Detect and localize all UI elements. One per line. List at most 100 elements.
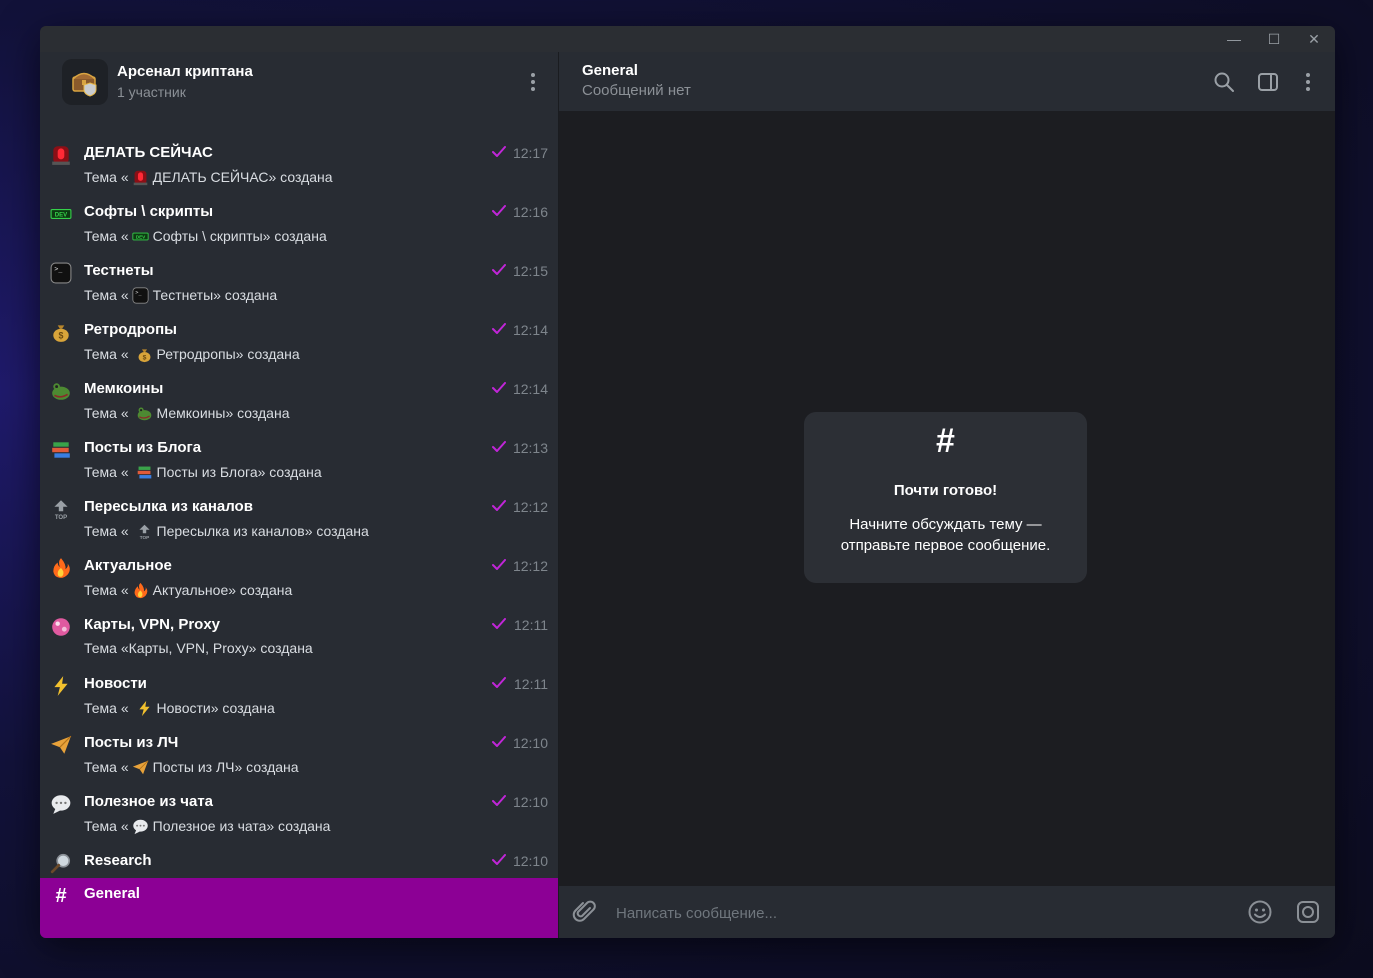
- hash-icon: #: [55, 884, 67, 907]
- money-bag-icon: $: [135, 345, 155, 363]
- topic-item[interactable]: >_ Тестнеты Тема « >_ Тестнеты» создана 12:15: [40, 255, 558, 314]
- topic-message-suffix: Софты \ скрипты» создана: [152, 228, 327, 244]
- read-check-icon: [492, 263, 506, 279]
- chat-menu-icon[interactable]: [1306, 73, 1310, 91]
- topic-time: 12:12: [512, 558, 548, 574]
- empty-state-title: Почти готово!: [893, 482, 998, 499]
- topic-message-prefix: Тема «: [84, 759, 129, 775]
- treasure-chest-icon: [72, 72, 97, 97]
- topic-last-message: Тема « ДЕЛАТЬ СЕЙЧАС» создана: [84, 168, 333, 186]
- read-check-icon: [492, 145, 506, 161]
- minimize-button[interactable]: —: [1224, 30, 1244, 48]
- topic-message-suffix: Полезное из чата» создана: [152, 818, 331, 834]
- topic-item[interactable]: Посты из Блога Тема « Посты из Блога» соз…: [40, 432, 558, 491]
- pink-ball-icon: [50, 616, 72, 638]
- lightning-icon: [135, 699, 155, 717]
- topic-message-prefix: Тема «: [84, 346, 133, 362]
- topic-item[interactable]: DEV Софты \ скрипты Тема « DEV Софты \ скрип…: [40, 196, 558, 255]
- topic-name: ДЕЛАТЬ СЕЙЧАС: [84, 144, 213, 161]
- topic-item[interactable]: Актуальное Тема « Актуальное» создана 12:12: [40, 550, 558, 609]
- topic-message-prefix: Тема «: [84, 818, 129, 834]
- topic-time: 12:10: [512, 794, 548, 810]
- read-check-icon: [492, 381, 506, 397]
- magnifier-icon: [50, 852, 72, 874]
- topic-item[interactable]: ДЕЛАТЬ СЕЙЧАС Тема « ДЕЛАТЬ СЕЙЧАС» создан…: [40, 137, 558, 196]
- group-avatar[interactable]: [62, 59, 108, 105]
- topic-message-suffix: Ретродропы» создана: [156, 346, 300, 362]
- topic-message-suffix: Тестнеты» создана: [152, 287, 278, 303]
- emoji-icon[interactable]: [1247, 899, 1273, 925]
- dev-badge-icon: DEV: [131, 227, 151, 245]
- read-check-icon: [492, 440, 506, 456]
- attach-icon[interactable]: [572, 899, 598, 925]
- topic-message-prefix: Тема «: [84, 523, 133, 539]
- group-menu-icon[interactable]: [531, 73, 535, 91]
- topic-name: Посты из Блога: [84, 439, 202, 456]
- topic-time: 12:14: [512, 381, 548, 397]
- video-message-icon[interactable]: [1295, 899, 1321, 925]
- topic-last-message: Тема « DEV Софты \ скрипты» создана: [84, 227, 327, 245]
- message-input[interactable]: [614, 900, 1218, 926]
- speech-bubble-icon: [131, 817, 151, 835]
- empty-state-line-2: отправьте первое сообщение.: [840, 537, 1051, 554]
- topic-last-message: Тема « Посты из Блога» создана: [84, 463, 322, 481]
- topic-item[interactable]: Новости Тема « Новости» создана 12:11: [40, 668, 558, 727]
- topic-name: Ретродропы: [84, 321, 177, 338]
- hash-icon: #: [936, 422, 955, 460]
- paper-plane-icon: [131, 758, 151, 776]
- topic-message-prefix: Тема «: [84, 169, 129, 185]
- lightning-icon: [50, 675, 72, 697]
- books-icon: [135, 463, 155, 481]
- read-check-icon: [492, 204, 506, 220]
- read-check-icon: [492, 499, 506, 515]
- empty-state-text: Начните обсуждать тему — отправьте перво…: [804, 514, 1087, 556]
- topic-message-suffix: Мемкоины» создана: [156, 405, 290, 421]
- svg-text:$: $: [59, 331, 64, 341]
- topic-last-message: Тема « Полезное из чата» создана: [84, 817, 330, 835]
- group-header[interactable]: Арсенал криптана 1 участник: [40, 52, 558, 111]
- sidebar-toggle-icon[interactable]: [1256, 70, 1280, 94]
- topic-item[interactable]: Мемкоины Тема « Мемкоины» создана 12:14: [40, 373, 558, 432]
- chat-area: General Сообщений нет # Почти готово! На…: [559, 52, 1335, 938]
- topic-item[interactable]: TOP Пересылка из каналов Тема « TOP Пересыл…: [40, 491, 558, 550]
- group-name: Арсенал криптана: [117, 63, 253, 80]
- search-icon[interactable]: [1212, 70, 1236, 94]
- topic-name: General: [84, 885, 140, 902]
- topic-message-prefix: Тема «Карты, VPN, Proxy» создана: [84, 640, 313, 656]
- topic-last-message: Тема « TOP Пересылка из каналов» создана: [84, 522, 369, 540]
- svg-text:>_: >_: [136, 289, 143, 295]
- topic-time: 12:14: [512, 322, 548, 338]
- title-bar: — ☐ ✕: [40, 26, 1335, 52]
- read-check-icon: [492, 794, 506, 810]
- close-button[interactable]: ✕: [1304, 30, 1324, 48]
- topic-message-suffix: Новости» создана: [156, 700, 275, 716]
- topic-name: Мемкоины: [84, 380, 164, 397]
- read-check-icon: [492, 322, 506, 338]
- maximize-button[interactable]: ☐: [1264, 30, 1284, 48]
- top-arrow-icon: TOP: [135, 522, 155, 540]
- books-icon: [50, 439, 72, 461]
- svg-text:>_: >_: [54, 265, 62, 273]
- read-check-icon: [492, 735, 506, 751]
- topic-last-message: Тема « Новости» создана: [84, 699, 275, 717]
- topic-name: Карты, VPN, Proxy: [84, 616, 221, 633]
- topic-time: 12:12: [512, 499, 548, 515]
- topic-time: 12:17: [512, 145, 548, 161]
- topic-message-prefix: Тема «: [84, 287, 129, 303]
- group-member-count: 1 участник: [117, 84, 186, 100]
- read-check-icon: [492, 853, 506, 869]
- topic-name: Research: [84, 852, 152, 869]
- topic-item[interactable]: Посты из ЛЧ Тема « Посты из ЛЧ» создана 12:…: [40, 727, 558, 786]
- topic-item[interactable]: $ Ретродропы Тема « $ Ретродропы» создана 12…: [40, 314, 558, 373]
- chat-title: General: [582, 62, 638, 79]
- topic-item[interactable]: Полезное из чата Тема « Полезное из чата» …: [40, 786, 558, 845]
- topic-item[interactable]: Карты, VPN, Proxy Тема «Карты, VPN, Proxy…: [40, 609, 558, 668]
- topic-item-general[interactable]: # General: [40, 878, 558, 938]
- topic-last-message: Тема « Посты из ЛЧ» создана: [84, 758, 299, 776]
- chat-header[interactable]: General Сообщений нет: [559, 52, 1335, 111]
- svg-text:DEV: DEV: [55, 213, 67, 219]
- topic-message-suffix: Посты из Блога» создана: [156, 464, 322, 480]
- read-check-icon: [492, 676, 506, 692]
- topic-last-message: Тема «Карты, VPN, Proxy» создана: [84, 640, 313, 656]
- topic-time: 12:16: [512, 204, 548, 220]
